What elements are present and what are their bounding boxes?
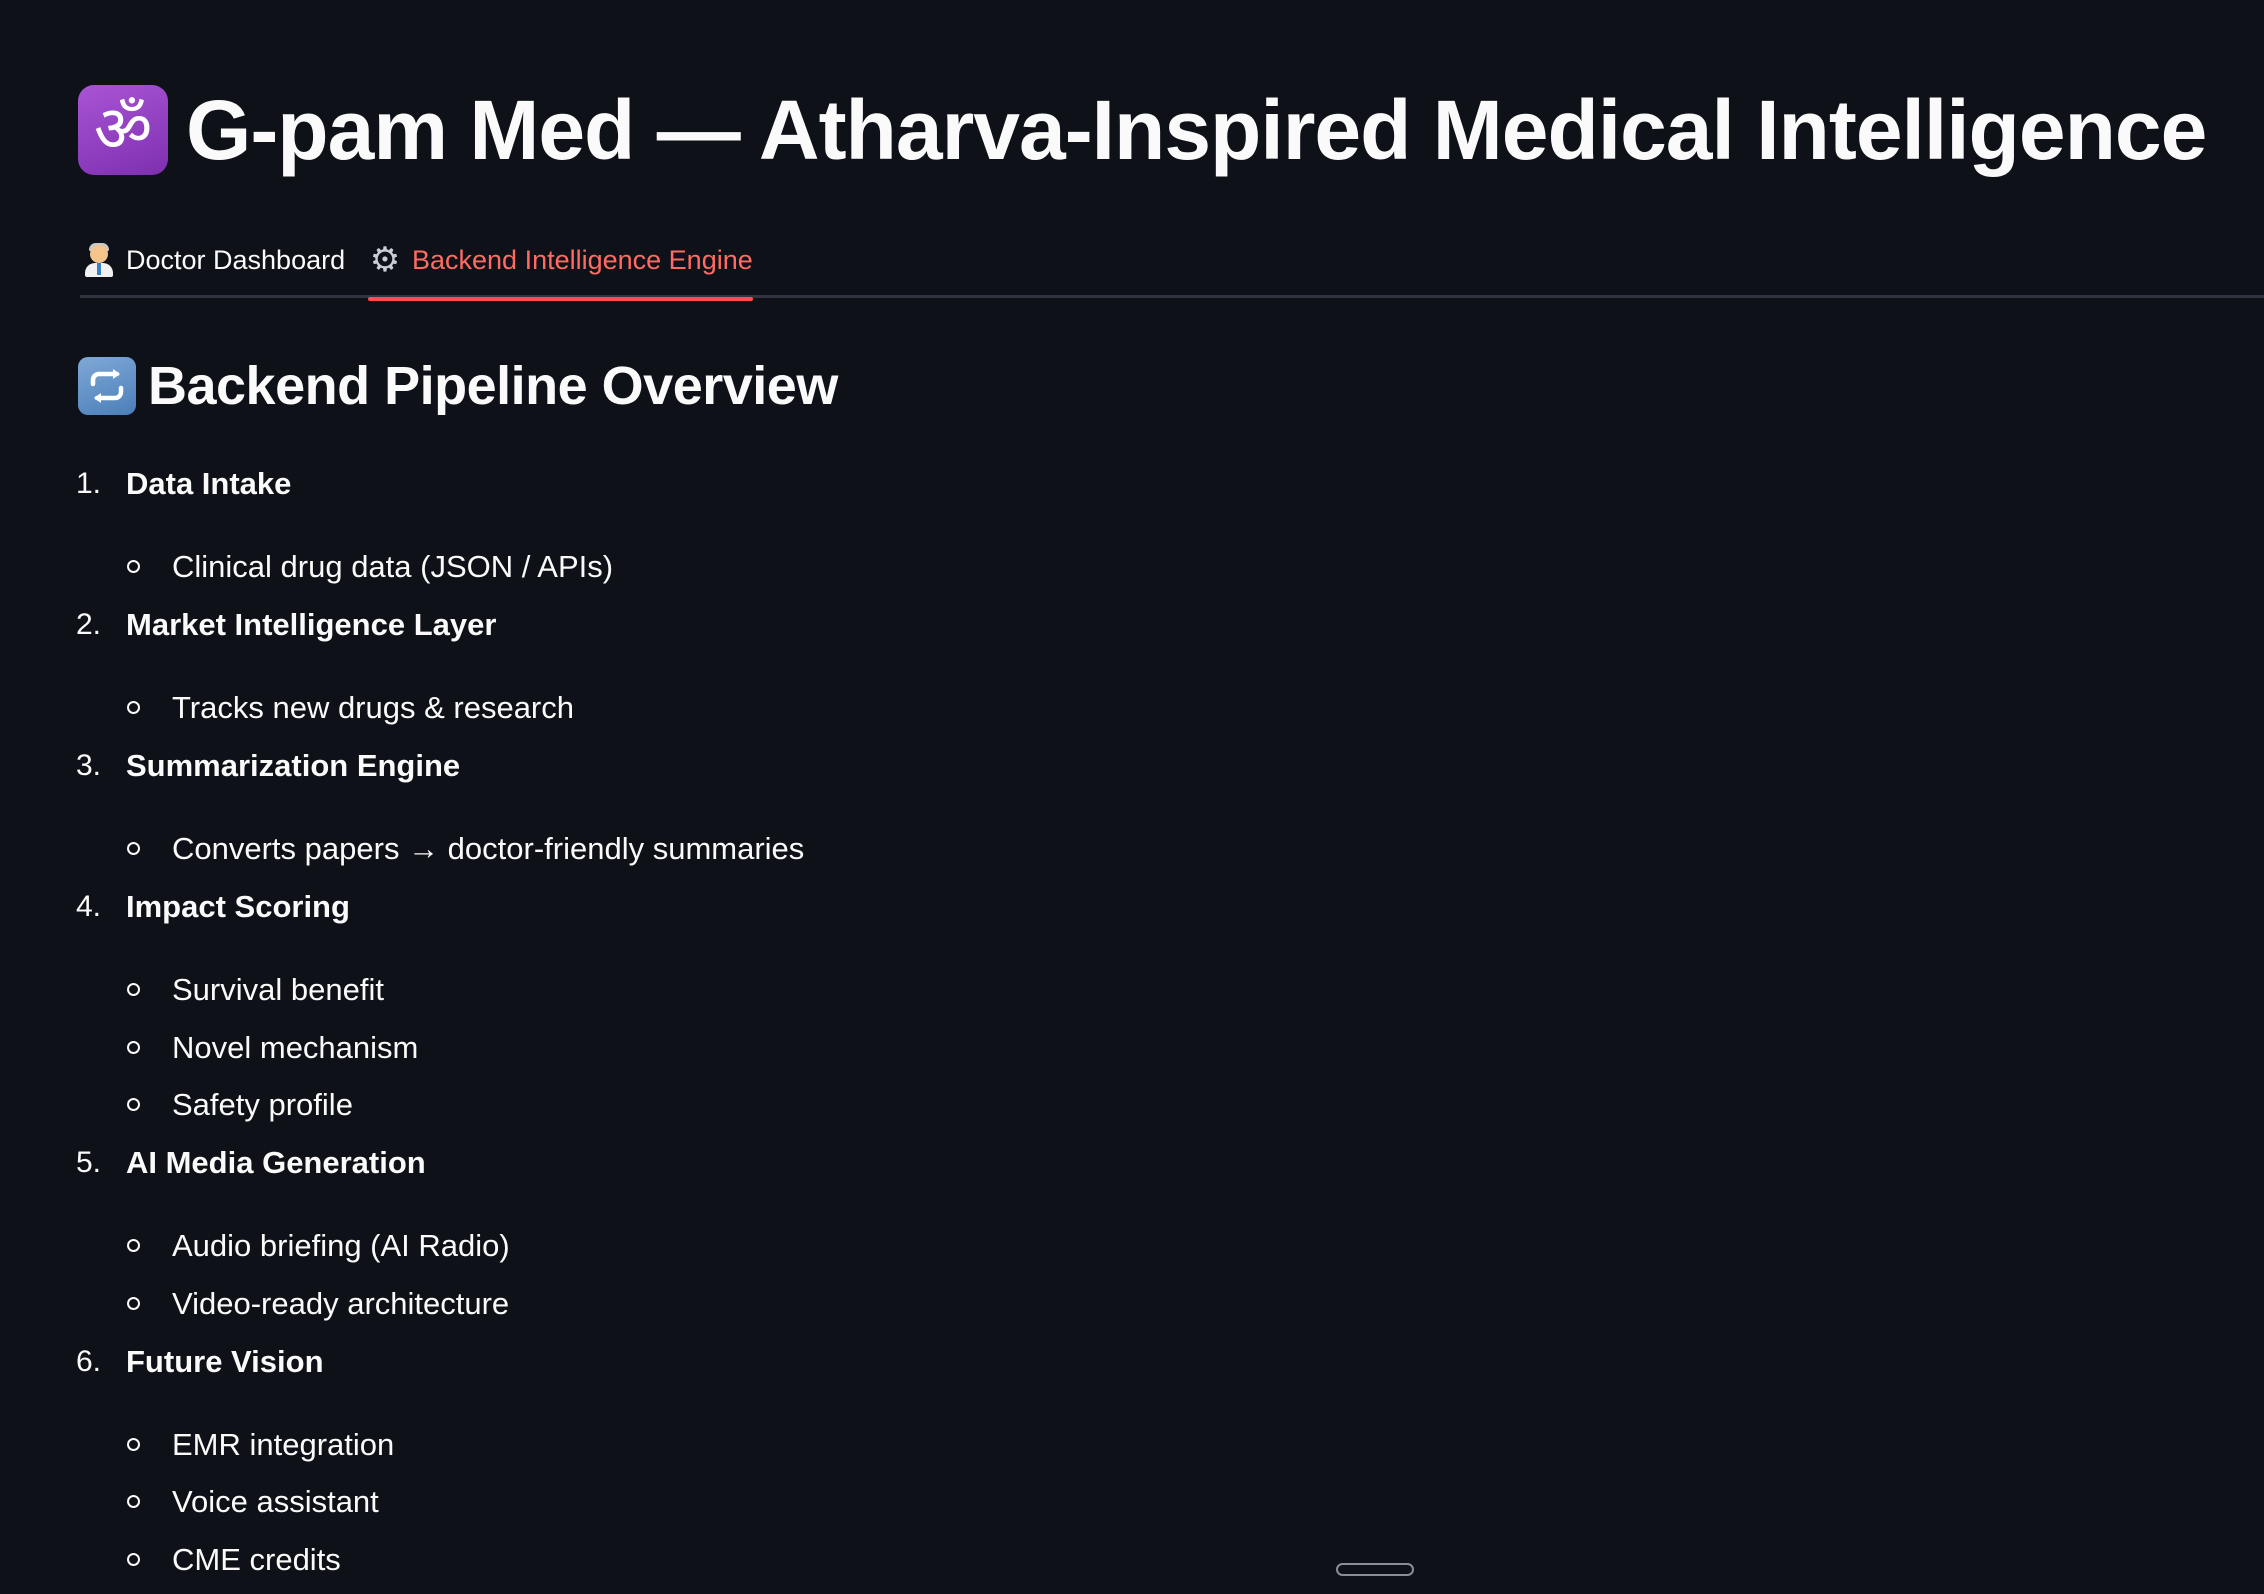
repeat-icon: [78, 357, 136, 415]
tab-label: Doctor Dashboard: [126, 244, 346, 275]
gear-icon: ⚙: [369, 240, 401, 280]
list-item: Voice assistant: [172, 1484, 379, 1519]
bullet-icon: [127, 1495, 140, 1508]
tab-doctor-dashboard[interactable]: Doctor Dashboard: [82, 222, 345, 298]
list-item: Clinical drug data (JSON / APIs): [172, 549, 614, 584]
doctor-icon: [82, 243, 116, 277]
step-number: 6.: [76, 1344, 102, 1378]
page-title-row: ॐ G-pam Med — Atharva-Inspired Medical I…: [78, 80, 2207, 180]
bullet-icon: [127, 1098, 140, 1111]
bullet-icon: [127, 1296, 140, 1310]
list-item: Video-ready architecture: [172, 1285, 510, 1321]
step-number: 2.: [76, 608, 102, 641]
page-title: G-pam Med — Atharva-Inspired Medical Int…: [186, 83, 2207, 177]
bullet-icon: [127, 1040, 140, 1054]
list-item: Audio briefing (AI Radio): [172, 1228, 510, 1263]
bullet-icon: [127, 983, 140, 996]
scroll-handle[interactable]: [1336, 1563, 1414, 1576]
bullet-icon: [127, 1552, 140, 1566]
tab-backend-intelligence-engine[interactable]: ⚙ Backend Intelligence Engine: [368, 222, 753, 301]
step-label: Future Vision: [126, 1343, 324, 1379]
list-item: Tracks new drugs & research: [172, 690, 575, 725]
step-label: Summarization Engine: [126, 748, 461, 783]
bullet-icon: [127, 1437, 140, 1451]
tab-label: Backend Intelligence Engine: [412, 244, 753, 275]
section-title: Backend Pipeline Overview: [148, 356, 838, 416]
section-heading-row: Backend Pipeline Overview: [78, 356, 838, 416]
step-number: 1.: [76, 467, 102, 500]
list-item: Survival benefit: [172, 972, 384, 1007]
app-page: ॐ G-pam Med — Atharva-Inspired Medical I…: [0, 0, 2264, 1594]
step-number: 4.: [76, 890, 102, 923]
step-number: 5.: [76, 1146, 102, 1179]
step-label: Market Intelligence Layer: [126, 607, 497, 642]
bullet-icon: [127, 560, 140, 573]
bullet-icon: [127, 842, 140, 855]
step-label: Impact Scoring: [126, 889, 350, 924]
list-item: Safety profile: [172, 1087, 353, 1122]
step-label: Data Intake: [126, 466, 292, 501]
om-icon: ॐ: [78, 85, 168, 175]
step-number: 3.: [76, 749, 102, 782]
list-item: EMR integration: [172, 1426, 395, 1462]
repeat-icon-glyph: [90, 369, 124, 403]
list-item: Novel mechanism: [172, 1029, 419, 1065]
step-label: AI Media Generation: [126, 1145, 426, 1180]
list-item: CME credits: [172, 1541, 341, 1577]
list-item: Converts papers → doctor-friendly summar…: [172, 831, 805, 866]
bullet-icon: [127, 1239, 140, 1252]
bullet-icon: [127, 701, 140, 714]
tab-bar: Doctor Dashboard ⚙ Backend Intelligence …: [80, 222, 2264, 301]
